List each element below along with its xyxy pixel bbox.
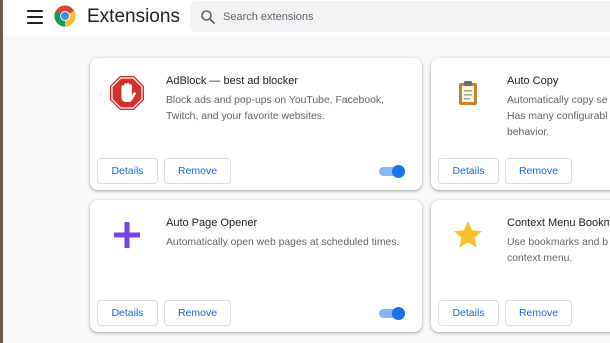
remove-button[interactable]: Remove [505,158,572,184]
enable-toggle[interactable] [379,307,405,320]
extension-description: Automatically copy se Has many configura… [507,93,610,141]
remove-button[interactable]: Remove [505,300,572,326]
extension-card-auto-page-opener: Auto Page Opener Automatically open web … [90,200,422,332]
details-button[interactable]: Details [438,158,499,184]
description-line: Automatically copy se [507,95,608,106]
extension-card-adblock: AdBlock — best ad blocker Block ads and … [90,58,422,190]
plus-icon [108,216,146,254]
extension-card-context-menu-bookmarks: Context Menu Bookm Use bookmarks and b c… [431,200,610,332]
extension-card-auto-copy: Auto Copy Automatically copy se Has many… [431,58,610,190]
star-icon [449,216,487,254]
description-line: context menu. [507,253,573,264]
extension-name: AdBlock — best ad blocker [166,75,299,87]
page-title: Extensions [87,6,180,27]
enable-toggle[interactable] [379,165,405,178]
remove-button[interactable]: Remove [164,300,231,326]
window-edge [0,0,3,343]
hamburger-menu-icon[interactable] [27,10,43,24]
details-button[interactable]: Details [97,158,158,184]
extensions-page: Extensions AdBlock — best ad blocker Blo… [0,0,610,343]
details-button[interactable]: Details [438,300,499,326]
extension-name: Auto Page Opener [166,217,258,229]
description-line: Use bookmarks and b [507,237,609,248]
extension-name: Auto Copy [507,75,559,87]
remove-button[interactable]: Remove [164,158,231,184]
chrome-logo-icon [54,5,76,27]
clipboard-icon [449,74,487,112]
adblock-stop-hand-icon [108,74,146,112]
description-line: behavior. [507,127,550,138]
extension-description: Use bookmarks and b context menu. [507,235,610,267]
extension-description: Automatically open web pages at schedule… [166,237,400,248]
details-button[interactable]: Details [97,300,158,326]
search-icon [201,10,215,24]
search-input[interactable] [223,7,603,27]
extension-name: Context Menu Bookm [507,217,610,229]
search-box[interactable] [190,1,610,32]
description-line: Has many configurabl [507,111,608,122]
toolbar: Extensions [3,0,610,36]
extension-description: Block ads and pop-ups on YouTube, Facebo… [166,95,384,122]
